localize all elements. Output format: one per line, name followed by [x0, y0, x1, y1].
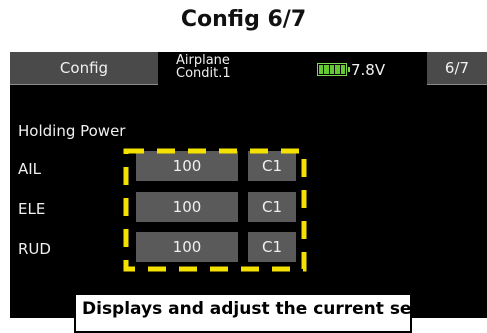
condition-name: Condit.1 [176, 66, 231, 81]
rud-value-button[interactable]: 100 [136, 232, 238, 262]
row-label-rud: RUD [18, 240, 51, 258]
config-tab[interactable]: Config [10, 52, 158, 85]
row-label-ail: AIL [18, 160, 42, 178]
rud-mode-button[interactable]: C1 [248, 232, 296, 262]
page-title: Config 6/7 [180, 7, 307, 32]
callout-box: Displays and adjust the current set [74, 293, 420, 333]
voltage-readout: 7.8V [351, 61, 386, 79]
ele-mode-button[interactable]: C1 [248, 192, 296, 222]
ele-value-button[interactable]: 100 [136, 192, 238, 222]
transmitter-screen: Config Airplane Condit.1 7.8V 6/7 Holdin… [10, 52, 487, 318]
battery-icon [317, 63, 350, 76]
row-label-ele: ELE [18, 200, 46, 218]
ail-value-button[interactable]: 100 [136, 151, 238, 181]
page-indicator-button[interactable]: 6/7 [427, 52, 487, 85]
top-bar: Config Airplane Condit.1 7.8V 6/7 [10, 52, 487, 86]
ail-mode-button[interactable]: C1 [248, 151, 296, 181]
holding-power-heading: Holding Power [18, 122, 126, 140]
